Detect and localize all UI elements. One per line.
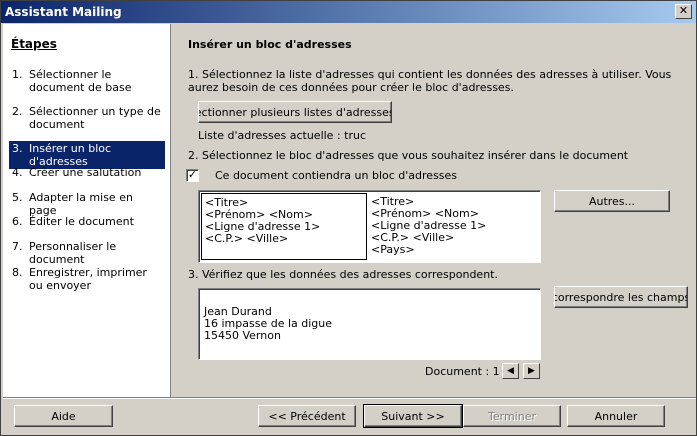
more-button[interactable]: Autres... xyxy=(554,190,670,212)
mailing-wizard-window: Assistant Mailing ✕ Étapes 1. Sélectionne… xyxy=(0,0,697,436)
steps-panel: Étapes 1. Sélectionner le document de bas… xyxy=(3,24,171,397)
next-document-button[interactable]: ▶ xyxy=(523,363,540,379)
step2-instructions: 2. Sélectionnez le bloc d'adresses que v… xyxy=(188,149,629,162)
close-icon: ✕ xyxy=(678,4,689,17)
step-edit-document[interactable]: 6. Éditer le document xyxy=(9,214,165,229)
next-button[interactable]: Suivant >> xyxy=(363,404,463,428)
window-title: Assistant Mailing xyxy=(5,5,122,19)
address-block-option[interactable]: <Titre> <Prénom> <Nom> <Ligne d'adresse … xyxy=(369,196,539,263)
finish-button[interactable]: Terminer xyxy=(463,405,561,427)
step-personalize-document[interactable]: 7. Personnaliser le document xyxy=(9,239,165,267)
steps-title: Étapes xyxy=(11,37,57,51)
arrow-left-icon: ◀ xyxy=(507,366,514,376)
address-preview: Jean Durand 16 impasse de la digue 15450… xyxy=(198,288,541,360)
previous-button[interactable]: << Précédent xyxy=(258,405,356,427)
title-bar[interactable]: Assistant Mailing ✕ xyxy=(1,1,696,23)
address-block-option-selected[interactable]: <Titre> <Prénom> <Nom> <Ligne d'adresse … xyxy=(201,193,367,260)
cancel-button[interactable]: Annuler xyxy=(567,405,665,427)
address-block-checkbox-label[interactable]: Ce document contiendra un bloc d'adresse… xyxy=(215,169,457,182)
page-heading: Insérer un bloc d'adresses xyxy=(188,38,352,51)
step-save-print-send[interactable]: 8. Enregistrer, imprimer ou envoyer xyxy=(9,265,165,293)
main-panel: Insérer un bloc d'adresses 1. Sélectionn… xyxy=(172,24,696,397)
step-select-document-type[interactable]: 2. Sélectionner un type de document xyxy=(9,104,165,132)
step-create-salutation[interactable]: 4. Créer une salutation xyxy=(9,165,165,180)
select-address-lists-button[interactable]: électionner plusieurs listes d'adresses.… xyxy=(198,101,392,123)
address-block-list: <Titre> <Prénom> <Nom> <Ligne d'adresse … xyxy=(198,190,541,263)
step1-instructions: 1. Sélectionnez la liste d'adresses qui … xyxy=(188,68,672,94)
arrow-right-icon: ▶ xyxy=(528,366,535,376)
document-counter: Document : 1 xyxy=(425,365,500,378)
address-block-checkbox[interactable]: ✓ xyxy=(186,169,199,182)
match-fields-button[interactable]: correspondre les champs xyxy=(554,286,688,308)
checkmark-icon: ✓ xyxy=(187,168,198,181)
step3-instructions: 3. Vérifiez que les données des adresses… xyxy=(188,268,498,281)
previous-document-button[interactable]: ◀ xyxy=(502,363,519,379)
current-address-list: Liste d'adresses actuelle : truc xyxy=(198,129,367,142)
step-select-base-document[interactable]: 1. Sélectionner le document de base xyxy=(9,67,165,95)
help-button[interactable]: Aide xyxy=(14,405,113,427)
footer-separator xyxy=(3,397,696,399)
close-button[interactable]: ✕ xyxy=(675,4,692,19)
